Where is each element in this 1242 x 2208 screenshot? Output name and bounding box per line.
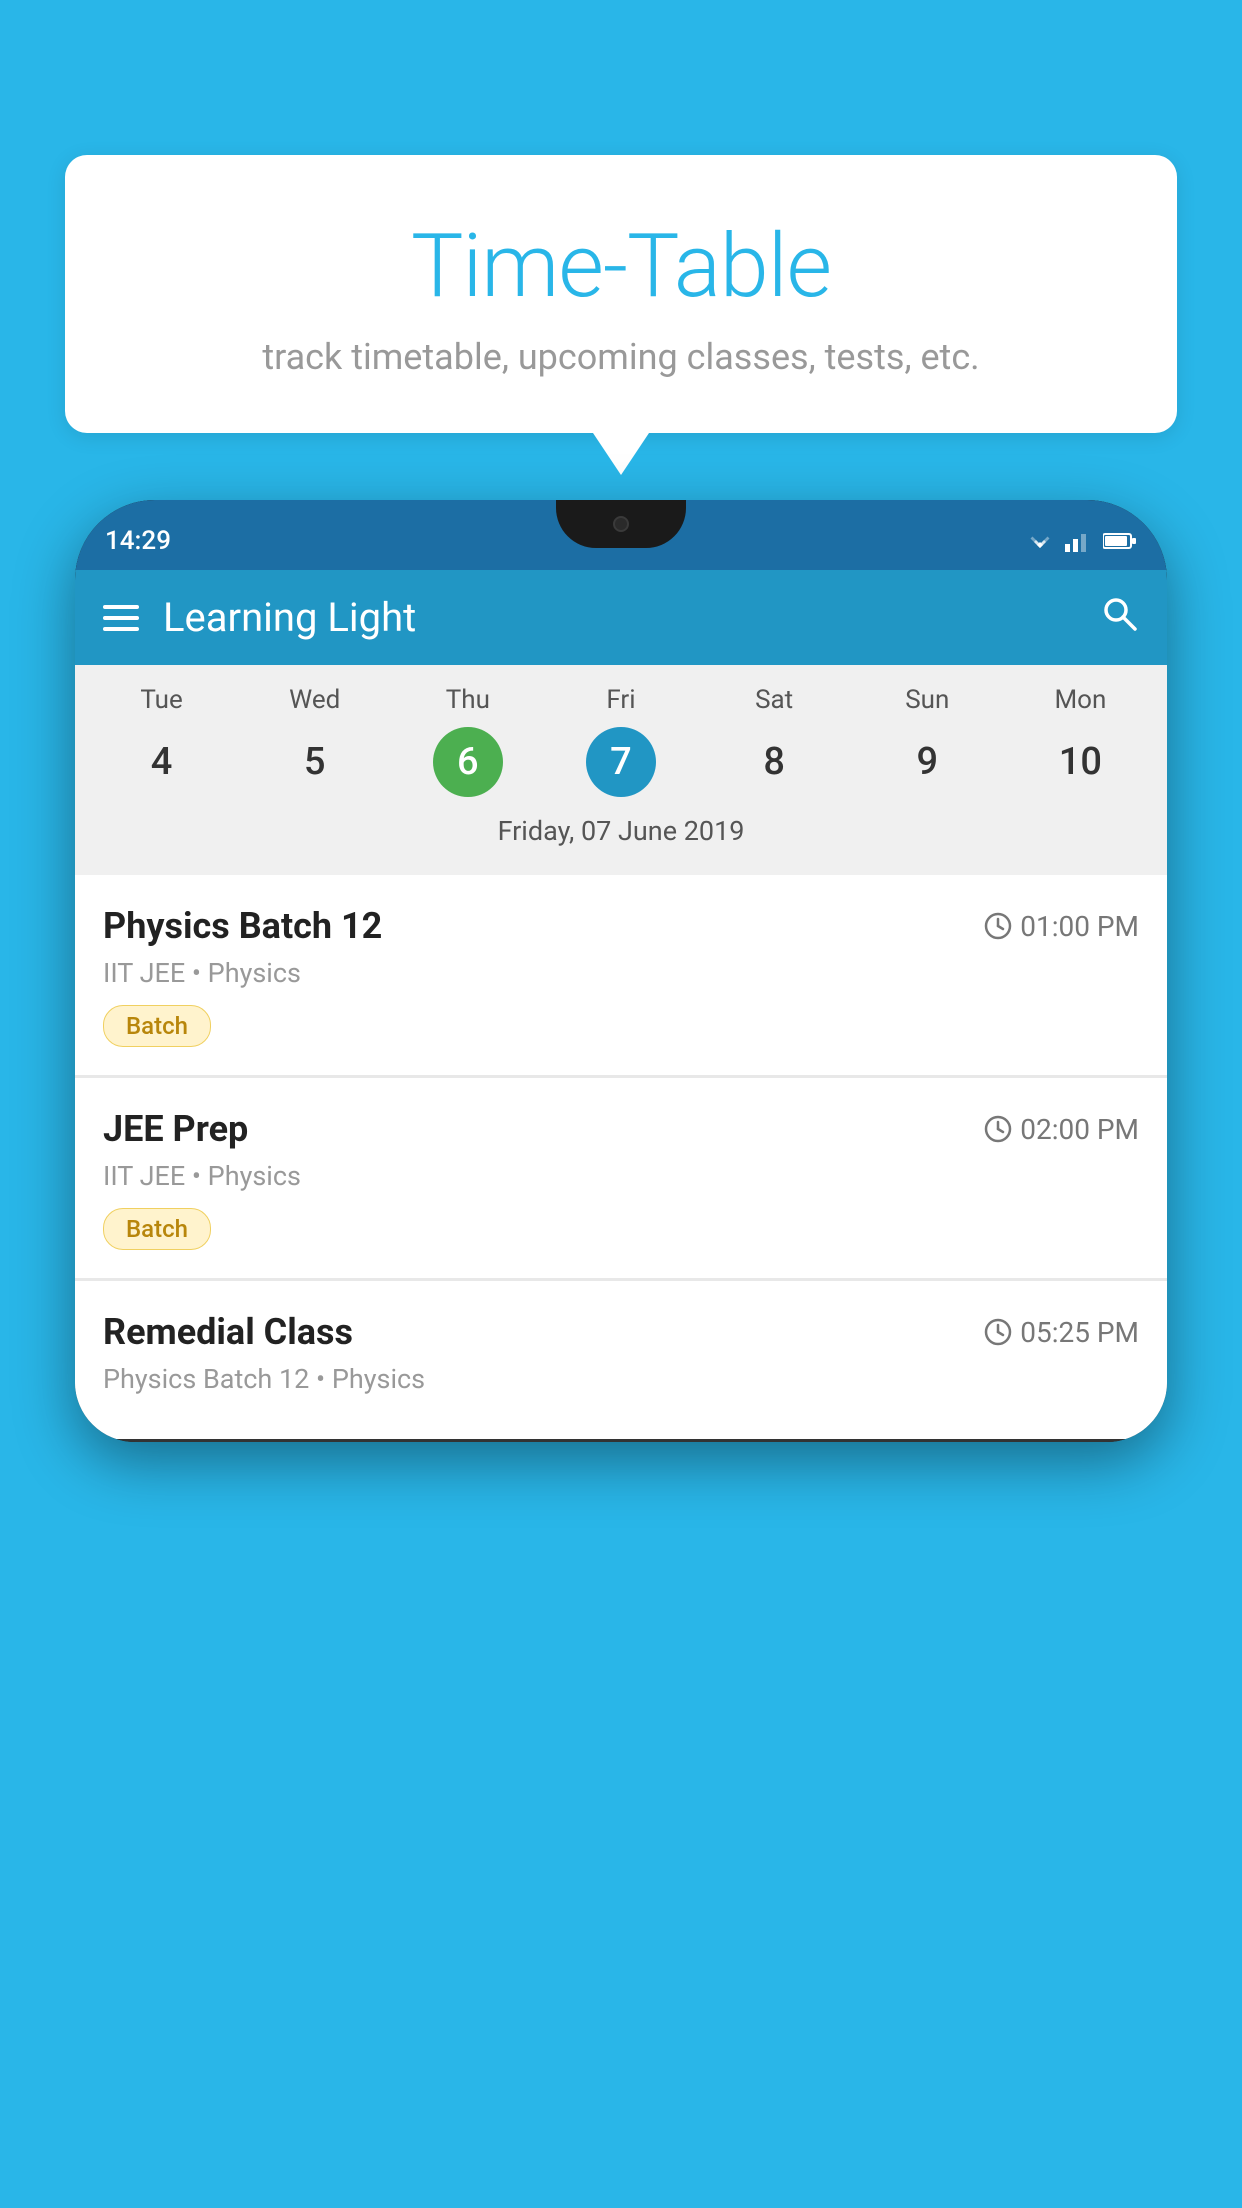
day-col-sun[interactable]: Sun 9 xyxy=(851,685,1004,797)
hamburger-line-1 xyxy=(103,605,139,609)
batch-badge: Batch xyxy=(103,1208,211,1250)
class-card[interactable]: Remedial Class 05:25 PM Physics Batch 12 … xyxy=(75,1281,1167,1439)
class-time: 01:00 PM xyxy=(984,910,1139,943)
day-number[interactable]: 10 xyxy=(1045,727,1115,797)
day-col-thu[interactable]: Thu 6 xyxy=(391,685,544,797)
day-number[interactable]: 8 xyxy=(739,727,809,797)
day-col-mon[interactable]: Mon 10 xyxy=(1004,685,1157,797)
day-number[interactable]: 6 xyxy=(433,727,503,797)
class-card-header: JEE Prep 02:00 PM xyxy=(103,1108,1139,1150)
day-label: Tue xyxy=(140,685,182,715)
calendar-strip: Tue 4 Wed 5 Thu 6 Fri 7 Sat 8 Sun 9 Mon 10 Friday, 07… xyxy=(75,665,1167,875)
day-col-wed[interactable]: Wed 5 xyxy=(238,685,391,797)
class-card-header: Physics Batch 12 01:00 PM xyxy=(103,905,1139,947)
day-label: Fri xyxy=(606,685,635,715)
class-card[interactable]: Physics Batch 12 01:00 PM IIT JEE • Physi… xyxy=(75,875,1167,1075)
wifi-icon xyxy=(1025,530,1055,552)
clock-icon xyxy=(984,1318,1012,1346)
notch xyxy=(556,500,686,548)
day-number[interactable]: 9 xyxy=(892,727,962,797)
selected-date-label: Friday, 07 June 2019 xyxy=(75,807,1167,865)
clock-icon xyxy=(984,1115,1012,1143)
days-row: Tue 4 Wed 5 Thu 6 Fri 7 Sat 8 Sun 9 Mon 10 xyxy=(75,685,1167,807)
class-subtitle: IIT JEE • Physics xyxy=(103,957,1139,989)
battery-icon xyxy=(1103,532,1137,550)
day-col-fri[interactable]: Fri 7 xyxy=(544,685,697,797)
day-label: Sun xyxy=(905,685,949,715)
class-card[interactable]: JEE Prep 02:00 PM IIT JEE • Physics Batch xyxy=(75,1078,1167,1278)
hamburger-line-2 xyxy=(103,616,139,620)
day-col-tue[interactable]: Tue 4 xyxy=(85,685,238,797)
class-card-header: Remedial Class 05:25 PM xyxy=(103,1311,1139,1353)
class-time: 02:00 PM xyxy=(984,1113,1139,1146)
class-subtitle: IIT JEE • Physics xyxy=(103,1160,1139,1192)
status-bar-area: 14:29 xyxy=(75,500,1167,570)
class-name: Physics Batch 12 xyxy=(103,905,382,947)
app-bar: Learning Light xyxy=(75,570,1167,665)
phone-outer: 14:29 xyxy=(75,500,1167,1442)
class-time: 05:25 PM xyxy=(984,1316,1139,1349)
hamburger-line-3 xyxy=(103,627,139,631)
class-name: JEE Prep xyxy=(103,1108,248,1150)
day-label: Thu xyxy=(446,685,490,715)
search-icon xyxy=(1099,593,1139,633)
bubble-title: Time-Table xyxy=(115,215,1127,318)
day-number[interactable]: 5 xyxy=(280,727,350,797)
classes-list: Physics Batch 12 01:00 PM IIT JEE • Physi… xyxy=(75,875,1167,1439)
day-label: Sat xyxy=(755,685,793,715)
status-icons xyxy=(1025,530,1137,552)
day-number[interactable]: 4 xyxy=(127,727,197,797)
speech-bubble: Time-Table track timetable, upcoming cla… xyxy=(65,155,1177,433)
day-col-sat[interactable]: Sat 8 xyxy=(698,685,851,797)
phone-wrapper: 14:29 xyxy=(75,500,1167,2208)
class-name: Remedial Class xyxy=(103,1311,353,1353)
day-label: Mon xyxy=(1054,685,1106,715)
status-time: 14:29 xyxy=(105,526,171,556)
batch-badge: Batch xyxy=(103,1005,211,1047)
day-number[interactable]: 7 xyxy=(586,727,656,797)
bubble-subtitle: track timetable, upcoming classes, tests… xyxy=(115,336,1127,378)
speech-bubble-container: Time-Table track timetable, upcoming cla… xyxy=(65,155,1177,433)
app-title: Learning Light xyxy=(163,594,416,641)
camera xyxy=(613,516,629,532)
day-label: Wed xyxy=(289,685,340,715)
signal-icon xyxy=(1065,530,1093,552)
menu-icon[interactable] xyxy=(103,605,139,631)
clock-icon xyxy=(984,912,1012,940)
class-subtitle: Physics Batch 12 • Physics xyxy=(103,1363,1139,1395)
search-button[interactable] xyxy=(1099,593,1139,643)
app-bar-left: Learning Light xyxy=(103,594,416,641)
phone-screen: Tue 4 Wed 5 Thu 6 Fri 7 Sat 8 Sun 9 Mon 10 Friday, 07… xyxy=(75,665,1167,1442)
